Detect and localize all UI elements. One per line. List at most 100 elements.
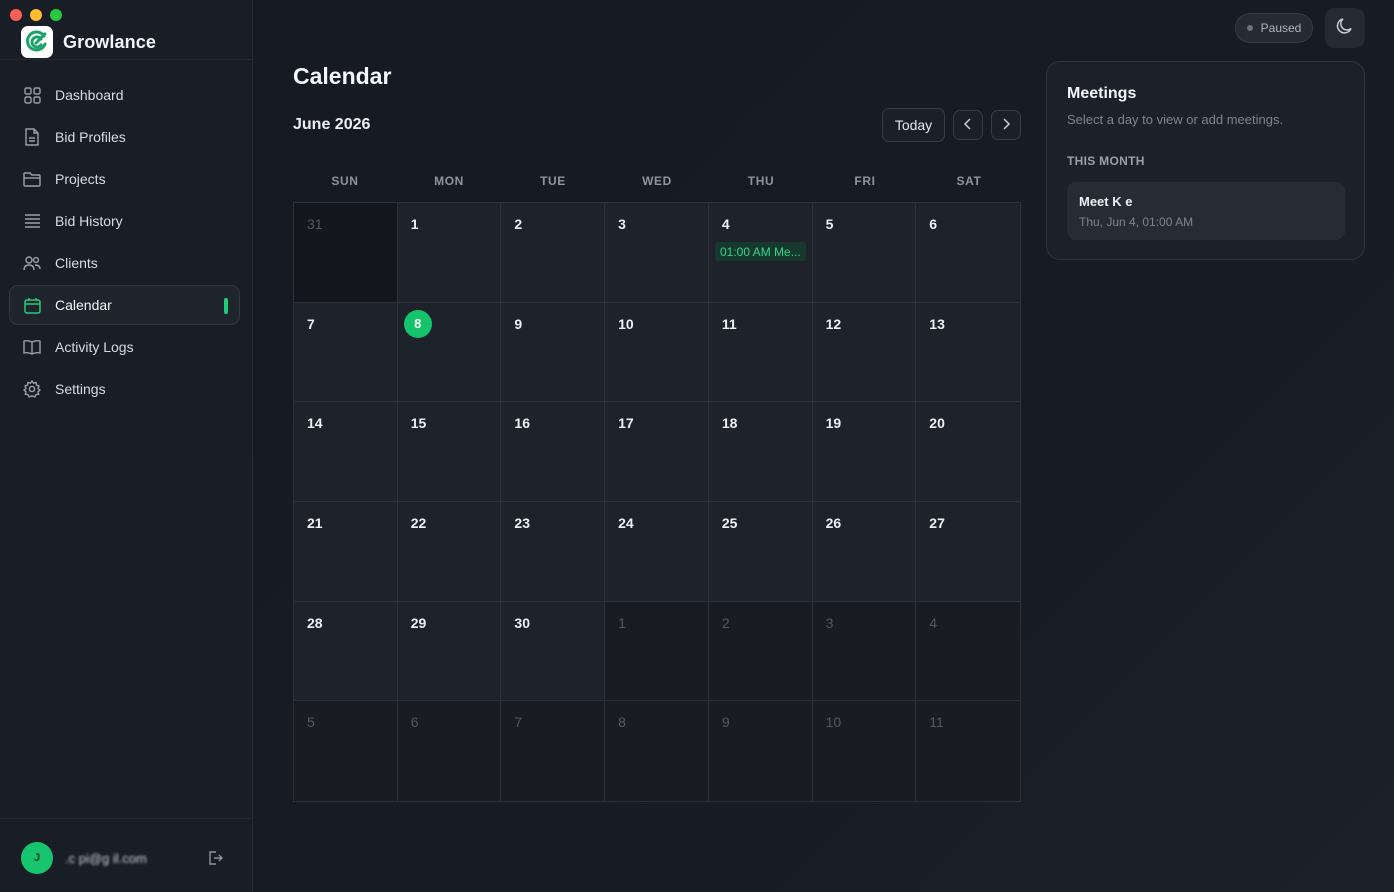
calendar-day[interactable]: 16 (501, 402, 606, 502)
day-number: 7 (514, 714, 523, 731)
event-chip[interactable]: 01:00 AM Me... (714, 242, 806, 261)
sidebar-item-label: Calendar (55, 297, 112, 313)
calendar-day[interactable]: 13 (916, 302, 1020, 403)
calendar-day[interactable]: 5 (294, 701, 398, 801)
sidebar-item-clients[interactable]: Clients (9, 243, 240, 283)
chevron-right-icon (1001, 117, 1011, 133)
zoom-window-button[interactable] (50, 9, 62, 21)
calendar-day[interactable]: 4 01:00 AM Me... (708, 203, 813, 303)
day-number: 20 (929, 415, 945, 432)
calendar-day[interactable]: 3 (812, 601, 917, 702)
calendar-day[interactable]: 6 (916, 203, 1020, 303)
sidebar-item-bid-history[interactable]: Bid History (9, 201, 240, 241)
calendar-day[interactable]: 7 (501, 701, 606, 801)
weekday-label: THU (747, 174, 775, 188)
calendar-day[interactable]: 15 (397, 402, 502, 502)
calendar-day[interactable]: 22 (397, 501, 502, 602)
calendar-day[interactable]: 27 (916, 501, 1020, 602)
calendar-day[interactable]: 24 (605, 501, 709, 602)
growlance-logo-icon (21, 26, 53, 58)
sidebar-item-label: Bid Profiles (55, 129, 126, 145)
day-number: 15 (410, 415, 427, 432)
day-number: 1 (618, 614, 626, 631)
sidebar-item-calendar[interactable]: Calendar (9, 285, 240, 325)
calendar-day[interactable]: 1 (605, 601, 709, 702)
list-icon (23, 212, 41, 230)
close-window-button[interactable] (10, 9, 22, 21)
moon-icon (1335, 16, 1355, 41)
meetings-title: Meetings (1067, 85, 1137, 102)
logout-icon[interactable] (207, 850, 223, 866)
day-number: 14 (307, 415, 323, 432)
theme-toggle-button[interactable] (1325, 8, 1365, 48)
calendar-day[interactable]: 5 (812, 203, 917, 303)
calendar-day[interactable]: 9 (708, 701, 813, 801)
calendar-day[interactable]: 9 (501, 302, 606, 403)
calendar-day[interactable]: 21 (294, 501, 398, 602)
calendar-day[interactable]: 10 (812, 701, 917, 801)
weekday-label: FRI (854, 174, 876, 188)
day-number: 22 (410, 514, 427, 531)
day-number: 25 (721, 514, 738, 531)
calendar-day[interactable]: 4 (916, 601, 1020, 702)
brand[interactable]: Growlance (21, 26, 156, 58)
today-button[interactable]: Today (882, 108, 945, 142)
day-number: 3 (618, 216, 626, 232)
calendar-day[interactable]: 17 (605, 402, 709, 502)
meeting-card[interactable]: Meet K e Thu, Jun 4, 01:00 AM (1067, 182, 1345, 240)
calendar-day[interactable]: 14 (294, 402, 398, 502)
document-icon (23, 128, 41, 146)
next-month-button[interactable] (991, 110, 1021, 140)
calendar-day[interactable]: 2 (708, 601, 813, 702)
calendar-day[interactable]: 28 (294, 601, 398, 702)
calendar-day[interactable]: 26 (812, 501, 917, 602)
day-number: 30 (514, 614, 530, 631)
section-heading: THIS MONTH (1067, 154, 1145, 168)
sidebar-item-label: Bid History (55, 213, 123, 229)
status-badge[interactable]: Paused (1235, 13, 1313, 43)
active-indicator (224, 298, 228, 314)
calendar-day[interactable]: 10 (605, 302, 709, 403)
calendar-day[interactable]: 2 (501, 203, 606, 303)
minimize-window-button[interactable] (30, 9, 42, 21)
day-number: 21 (307, 514, 323, 531)
gear-icon (23, 380, 41, 398)
calendar-day[interactable]: 11 (916, 701, 1020, 801)
calendar-day[interactable]: 29 (397, 601, 502, 702)
day-number: 10 (825, 714, 842, 731)
calendar-day[interactable]: 3 (605, 203, 709, 303)
calendar-day[interactable]: 23 (501, 501, 606, 602)
calendar-icon (23, 296, 41, 314)
sidebar-item-activity-logs[interactable]: Activity Logs (9, 327, 240, 367)
calendar-day[interactable]: 30 (501, 601, 606, 702)
calendar-day[interactable]: 18 (708, 402, 813, 502)
calendar-day[interactable]: 6 (397, 701, 502, 801)
day-number: 26 (825, 514, 842, 531)
sidebar-item-settings[interactable]: Settings (9, 369, 240, 409)
sidebar-item-bid-profiles[interactable]: Bid Profiles (9, 117, 240, 157)
calendar-day[interactable]: 31 (294, 203, 398, 303)
calendar-day[interactable]: 19 (812, 402, 917, 502)
sidebar-item-dashboard[interactable]: Dashboard (9, 75, 240, 115)
book-icon (23, 338, 41, 356)
calendar-day[interactable]: 25 (708, 501, 813, 602)
app-window: Growlance Dashboard Bid Profiles Project… (0, 0, 1394, 892)
day-number: 29 (410, 614, 427, 631)
sidebar-item-projects[interactable]: Projects (9, 159, 240, 199)
day-number: 6 (410, 714, 419, 731)
day-number: 19 (825, 415, 842, 432)
calendar-day[interactable]: 11 (708, 302, 813, 403)
calendar-day[interactable]: 1 (397, 203, 502, 303)
calendar-day[interactable]: 8 (605, 701, 709, 801)
calendar-day[interactable]: 20 (916, 402, 1020, 502)
user-profile[interactable]: J .c pi@g il.com (21, 842, 231, 874)
day-number: 16 (514, 415, 530, 432)
previous-month-button[interactable] (953, 110, 983, 140)
calendar-day[interactable]: 8 (397, 302, 502, 403)
calendar-day[interactable]: 7 (294, 302, 398, 403)
sidebar-item-label: Dashboard (55, 87, 124, 103)
day-number: 2 (721, 614, 730, 631)
day-number: 5 (307, 714, 315, 731)
calendar-day[interactable]: 12 (812, 302, 917, 403)
day-number: 12 (825, 315, 842, 332)
